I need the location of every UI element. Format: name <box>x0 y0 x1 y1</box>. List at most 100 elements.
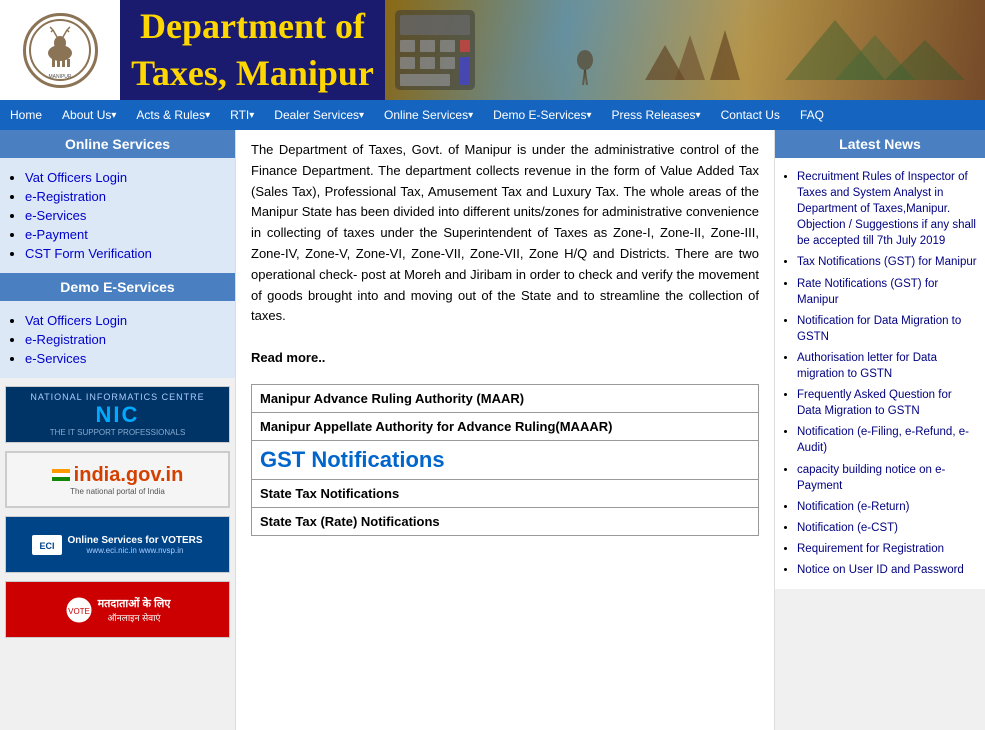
svg-text:ECI: ECI <box>40 541 55 551</box>
news-link-5[interactable]: Frequently Asked Question for Data Migra… <box>797 389 952 417</box>
table-row[interactable]: State Tax (Rate) Notifications <box>252 507 759 535</box>
news-item[interactable]: capacity building notice on e-Payment <box>797 462 977 494</box>
news-item[interactable]: Notification (e-Return) <box>797 499 977 515</box>
news-item[interactable]: Notification (e-Filing, e-Refund, e-Audi… <box>797 424 977 456</box>
india-flag-icon <box>52 469 70 481</box>
cst-form-link[interactable]: CST Form Verification <box>25 246 152 261</box>
demo-e-registration-link[interactable]: e-Registration <box>25 332 106 347</box>
e-registration-link[interactable]: e-Registration <box>25 189 106 204</box>
main-nav: Home About Us Acts & Rules RTI Dealer Se… <box>0 100 985 130</box>
maaar-row[interactable]: Manipur Appellate Authority for Advance … <box>252 412 759 440</box>
list-item[interactable]: CST Form Verification <box>25 246 225 261</box>
demo-services-title: Demo E-Services <box>0 273 235 301</box>
nav-dealer-services[interactable]: Dealer Services <box>264 100 374 130</box>
read-more-link[interactable]: Read more.. <box>251 350 325 365</box>
nav-rti[interactable]: RTI <box>220 100 264 130</box>
online-services-list: Vat Officers Login e-Registration e-Serv… <box>0 158 235 273</box>
news-link-1[interactable]: Tax Notifications (GST) for Manipur <box>797 256 977 268</box>
svg-text:MANIPUR: MANIPUR <box>48 74 71 80</box>
state-tax-rate-row[interactable]: State Tax (Rate) Notifications <box>252 507 759 535</box>
header-title-block: Department of Taxes, Manipur <box>120 0 385 107</box>
e-services-link[interactable]: e-Services <box>25 208 86 223</box>
table-row[interactable]: Manipur Advance Ruling Authority (MAAR) <box>252 384 759 412</box>
list-item[interactable]: e-Registration <box>25 332 225 347</box>
e-payment-link[interactable]: e-Payment <box>25 227 88 242</box>
nav-online-services[interactable]: Online Services <box>374 100 483 130</box>
nav-about[interactable]: About Us <box>52 100 126 130</box>
voter-hindi-sub: ऑनलाइन सेवाएं <box>98 611 171 624</box>
nav-faq[interactable]: FAQ <box>790 100 834 130</box>
voter-hindi-title: मतदाताओं के लिए <box>98 596 171 611</box>
nav-demo-eservices[interactable]: Demo E-Services <box>483 100 601 130</box>
news-link-0[interactable]: Recruitment Rules of Inspector of Taxes … <box>797 171 976 247</box>
nic-title: NATIONAL INFORMATICS CENTRE <box>30 392 204 402</box>
latest-news-title: Latest News <box>775 130 985 158</box>
gst-notifications-row[interactable]: GST Notifications <box>252 440 759 479</box>
news-item[interactable]: Notification (e-CST) <box>797 520 977 536</box>
header: MANIPUR Department of Taxes, Manipur <box>0 0 985 100</box>
news-link-10[interactable]: Requirement for Registration <box>797 543 944 555</box>
state-tax-row[interactable]: State Tax Notifications <box>252 479 759 507</box>
list-item[interactable]: e-Registration <box>25 189 225 204</box>
nic-banner[interactable]: NATIONAL INFORMATICS CENTRE NIC THE IT S… <box>5 386 230 443</box>
india-url: india.gov.in <box>74 464 184 487</box>
nav-contact[interactable]: Contact Us <box>711 100 790 130</box>
banner-svg <box>385 0 985 100</box>
list-item[interactable]: e-Services <box>25 351 225 366</box>
news-item[interactable]: Notice on User ID and Password <box>797 562 977 578</box>
table-row[interactable]: Manipur Appellate Authority for Advance … <box>252 412 759 440</box>
vat-officers-login-link[interactable]: Vat Officers Login <box>25 170 127 185</box>
news-link-9[interactable]: Notification (e-CST) <box>797 522 898 534</box>
online-services-title: Online Services <box>0 130 235 158</box>
voter-sub: www.eci.nic.in www.nvsp.in <box>67 546 202 555</box>
list-item[interactable]: Vat Officers Login <box>25 313 225 328</box>
news-link-3[interactable]: Notification for Data Migration to GSTN <box>797 315 961 343</box>
voter-hindi-logo-icon: VOTE <box>65 596 93 624</box>
news-link-11[interactable]: Notice on User ID and Password <box>797 564 964 576</box>
news-item[interactable]: Tax Notifications (GST) for Manipur <box>797 254 977 270</box>
demo-e-services-link[interactable]: e-Services <box>25 351 86 366</box>
right-sidebar: Latest News Recruitment Rules of Inspect… <box>775 130 985 730</box>
site-title: Department of Taxes, Manipur <box>130 3 375 97</box>
list-item[interactable]: Vat Officers Login <box>25 170 225 185</box>
news-link-7[interactable]: capacity building notice on e-Payment <box>797 464 945 492</box>
demo-services-list: Vat Officers Login e-Registration e-Serv… <box>0 301 235 378</box>
logo-svg: MANIPUR <box>28 18 93 83</box>
logo-emblem: MANIPUR <box>23 13 98 88</box>
table-row[interactable]: State Tax Notifications <box>252 479 759 507</box>
header-banner-image <box>385 0 985 100</box>
india-portal-sub: The national portal of India <box>70 487 165 496</box>
news-item[interactable]: Recruitment Rules of Inspector of Taxes … <box>797 169 977 249</box>
news-link-8[interactable]: Notification (e-Return) <box>797 501 909 513</box>
news-link-6[interactable]: Notification (e-Filing, e-Refund, e-Audi… <box>797 426 969 454</box>
main-container: Online Services Vat Officers Login e-Reg… <box>0 130 985 730</box>
nic-logo: NIC <box>96 402 140 428</box>
description-body: The Department of Taxes, Govt. of Manipu… <box>251 142 759 323</box>
list-item[interactable]: e-Payment <box>25 227 225 242</box>
table-row[interactable]: GST Notifications <box>252 440 759 479</box>
voter-banner[interactable]: ECI Online Services for VOTERS www.eci.n… <box>5 516 230 573</box>
left-sidebar: Online Services Vat Officers Login e-Reg… <box>0 130 235 730</box>
department-description: The Department of Taxes, Govt. of Manipu… <box>251 140 759 369</box>
news-link-2[interactable]: Rate Notifications (GST) for Manipur <box>797 278 938 306</box>
list-item[interactable]: e-Services <box>25 208 225 223</box>
svg-text:VOTE: VOTE <box>68 607 90 616</box>
demo-vat-login-link[interactable]: Vat Officers Login <box>25 313 127 328</box>
news-link-4[interactable]: Authorisation letter for Data migration … <box>797 352 937 380</box>
main-content: The Department of Taxes, Govt. of Manipu… <box>235 130 775 730</box>
nav-press-releases[interactable]: Press Releases <box>602 100 711 130</box>
content-table: Manipur Advance Ruling Authority (MAAR) … <box>251 384 759 536</box>
news-item[interactable]: Rate Notifications (GST) for Manipur <box>797 276 977 308</box>
news-item[interactable]: Notification for Data Migration to GSTN <box>797 313 977 345</box>
voter-logo-icon: ECI <box>32 535 62 555</box>
news-item[interactable]: Frequently Asked Question for Data Migra… <box>797 387 977 419</box>
voter-title: Online Services for VOTERS <box>67 535 202 546</box>
maar-row[interactable]: Manipur Advance Ruling Authority (MAAR) <box>252 384 759 412</box>
news-item[interactable]: Authorisation letter for Data migration … <box>797 350 977 382</box>
nav-home[interactable]: Home <box>0 100 52 130</box>
india-gov-banner[interactable]: india.gov.in The national portal of Indi… <box>5 451 230 508</box>
news-list: Recruitment Rules of Inspector of Taxes … <box>775 158 985 589</box>
nav-acts-rules[interactable]: Acts & Rules <box>126 100 220 130</box>
voter-hindi-banner[interactable]: VOTE मतदाताओं के लिए ऑनलाइन सेवाएं <box>5 581 230 638</box>
news-item[interactable]: Requirement for Registration <box>797 541 977 557</box>
